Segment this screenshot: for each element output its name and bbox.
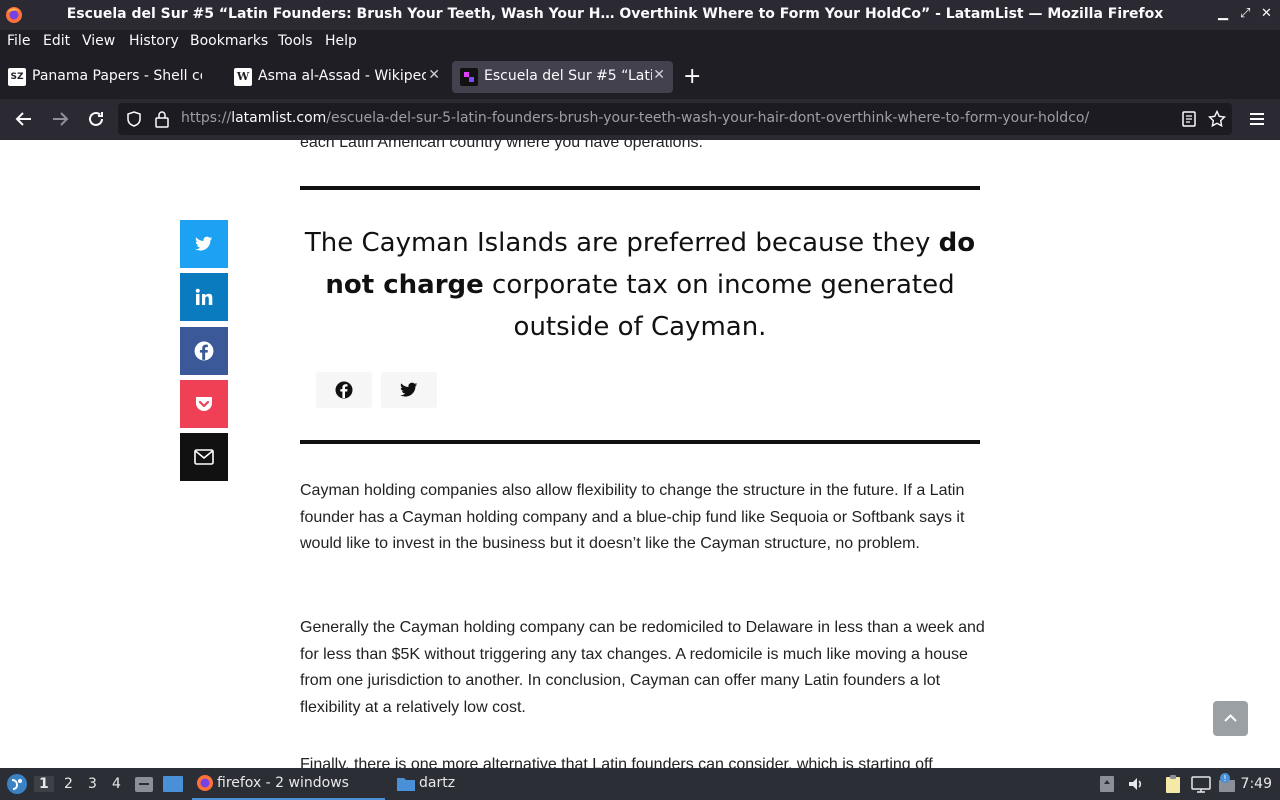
workspace-2[interactable]: 2 — [64, 776, 73, 792]
menu-bar: File Edit View History Bookmarks Tools H… — [0, 30, 1280, 54]
menu-history[interactable]: History — [129, 33, 179, 49]
email-icon — [194, 449, 214, 465]
folder-icon — [397, 778, 415, 791]
minimize-icon[interactable]: ▁ — [1218, 6, 1228, 21]
tab-panama-papers[interactable]: SZ Panama Papers - Shell co — [0, 61, 222, 93]
hamburger-menu-icon[interactable] — [1245, 107, 1269, 131]
workspace-1[interactable]: 1 — [34, 776, 54, 792]
firefox-logo-icon — [6, 7, 22, 23]
menu-bookmarks[interactable]: Bookmarks — [190, 33, 268, 49]
article-paragraph-2: Generally the Cayman holding company can… — [300, 619, 985, 716]
scroll-to-top-button[interactable] — [1213, 701, 1248, 736]
quote-share-facebook-button[interactable] — [316, 372, 372, 408]
facebook-icon — [194, 341, 214, 361]
clock: 7:49 — [1240, 776, 1272, 792]
lock-icon[interactable] — [154, 110, 170, 128]
share-linkedin-button[interactable] — [180, 273, 228, 321]
notification-icon[interactable]: ! — [1217, 772, 1239, 794]
clipboard-icon[interactable] — [1164, 774, 1182, 794]
taskbar-folder-label: dartz — [419, 775, 456, 791]
facebook-icon — [335, 381, 353, 399]
shield-icon[interactable] — [126, 111, 142, 127]
taskbar: 1 2 3 4 firefox - 2 windows dartz ! 7:49 — [0, 768, 1280, 800]
close-tab-icon[interactable]: ✕ — [428, 67, 440, 83]
window-title: Escuela del Sur #5 “Latin Founders: Brus… — [66, 6, 1164, 22]
menu-file[interactable]: File — [7, 33, 30, 49]
workspace-4[interactable]: 4 — [112, 776, 121, 792]
share-email-button[interactable] — [180, 433, 228, 481]
menu-help[interactable]: Help — [325, 33, 357, 49]
share-pocket-button[interactable] — [180, 380, 228, 428]
tab-asma-al-assad[interactable]: W Asma al-Assad - Wikipedi ✕ — [226, 61, 448, 93]
tab-escuela-del-sur[interactable]: Escuela del Sur #5 “Latin ✕ — [452, 61, 673, 93]
forward-arrow-icon[interactable] — [48, 107, 72, 131]
taskbar-firefox-task[interactable]: firefox - 2 windows — [192, 768, 385, 800]
url-text[interactable]: https://latamlist.com/escuela-del-sur-5-… — [181, 110, 1089, 126]
menu-view[interactable]: View — [82, 33, 115, 49]
twitter-icon — [195, 236, 213, 251]
pull-quote: The Cayman Islands are preferred because… — [304, 228, 976, 342]
share-facebook-button[interactable] — [180, 327, 228, 375]
taskbar-firefox-label: firefox - 2 windows — [217, 775, 349, 791]
start-menu-icon[interactable] — [6, 773, 28, 795]
svg-text:!: ! — [1223, 774, 1226, 783]
firefox-icon — [197, 775, 213, 791]
tab-label: Asma al-Assad - Wikipedi — [258, 68, 426, 84]
linkedin-icon — [195, 288, 213, 305]
file-manager-icon[interactable] — [134, 775, 154, 793]
close-window-icon[interactable]: ✕ — [1261, 6, 1272, 21]
volume-icon[interactable] — [1127, 775, 1145, 793]
pocket-icon — [196, 397, 212, 411]
close-tab-icon[interactable]: ✕ — [653, 67, 665, 83]
chevron-up-icon — [1224, 714, 1237, 722]
taskbar-folder-task[interactable]: dartz — [393, 768, 493, 800]
quote-share-twitter-button[interactable] — [381, 372, 437, 408]
twitter-icon — [400, 382, 418, 397]
latamlist-favicon-icon — [460, 68, 478, 86]
tab-label: Panama Papers - Shell co — [32, 68, 202, 84]
article-paragraph-3-partial: Finally, there is one more alternative t… — [300, 756, 933, 768]
menu-tools[interactable]: Tools — [278, 33, 313, 49]
article-paragraph-partial-top: each Latin American country where you ha… — [300, 140, 703, 151]
quote-rule-bottom — [300, 440, 980, 444]
desktop-icon[interactable] — [162, 775, 184, 793]
updates-icon[interactable] — [1099, 775, 1115, 793]
quote-rule-top — [300, 186, 980, 190]
menu-edit[interactable]: Edit — [43, 33, 70, 49]
share-twitter-button[interactable] — [180, 220, 228, 268]
maximize-icon[interactable]: ⤢ — [1240, 6, 1250, 21]
workspace-3[interactable]: 3 — [88, 776, 97, 792]
nav-toolbar: https://latamlist.com/escuela-del-sur-5-… — [0, 99, 1280, 140]
wikipedia-favicon-icon: W — [234, 68, 252, 86]
bookmark-star-icon[interactable] — [1208, 110, 1226, 128]
tab-bar: SZ Panama Papers - Shell co W Asma al-As… — [0, 54, 1280, 99]
article-paragraph-1: Cayman holding companies also allow flex… — [300, 482, 965, 552]
url-bar[interactable]: https://latamlist.com/escuela-del-sur-5-… — [118, 103, 1232, 135]
window-titlebar: Escuela del Sur #5 “Latin Founders: Brus… — [0, 0, 1280, 30]
tab-label: Escuela del Sur #5 “Latin — [484, 68, 652, 84]
web-page: each Latin American country where you ha… — [0, 140, 1280, 768]
new-tab-button[interactable]: + — [683, 64, 701, 89]
sz-favicon-icon: SZ — [8, 68, 26, 86]
reload-icon[interactable] — [84, 107, 108, 131]
back-arrow-icon[interactable] — [12, 107, 36, 131]
network-icon[interactable] — [1191, 775, 1211, 793]
reader-view-icon[interactable] — [1181, 111, 1197, 127]
